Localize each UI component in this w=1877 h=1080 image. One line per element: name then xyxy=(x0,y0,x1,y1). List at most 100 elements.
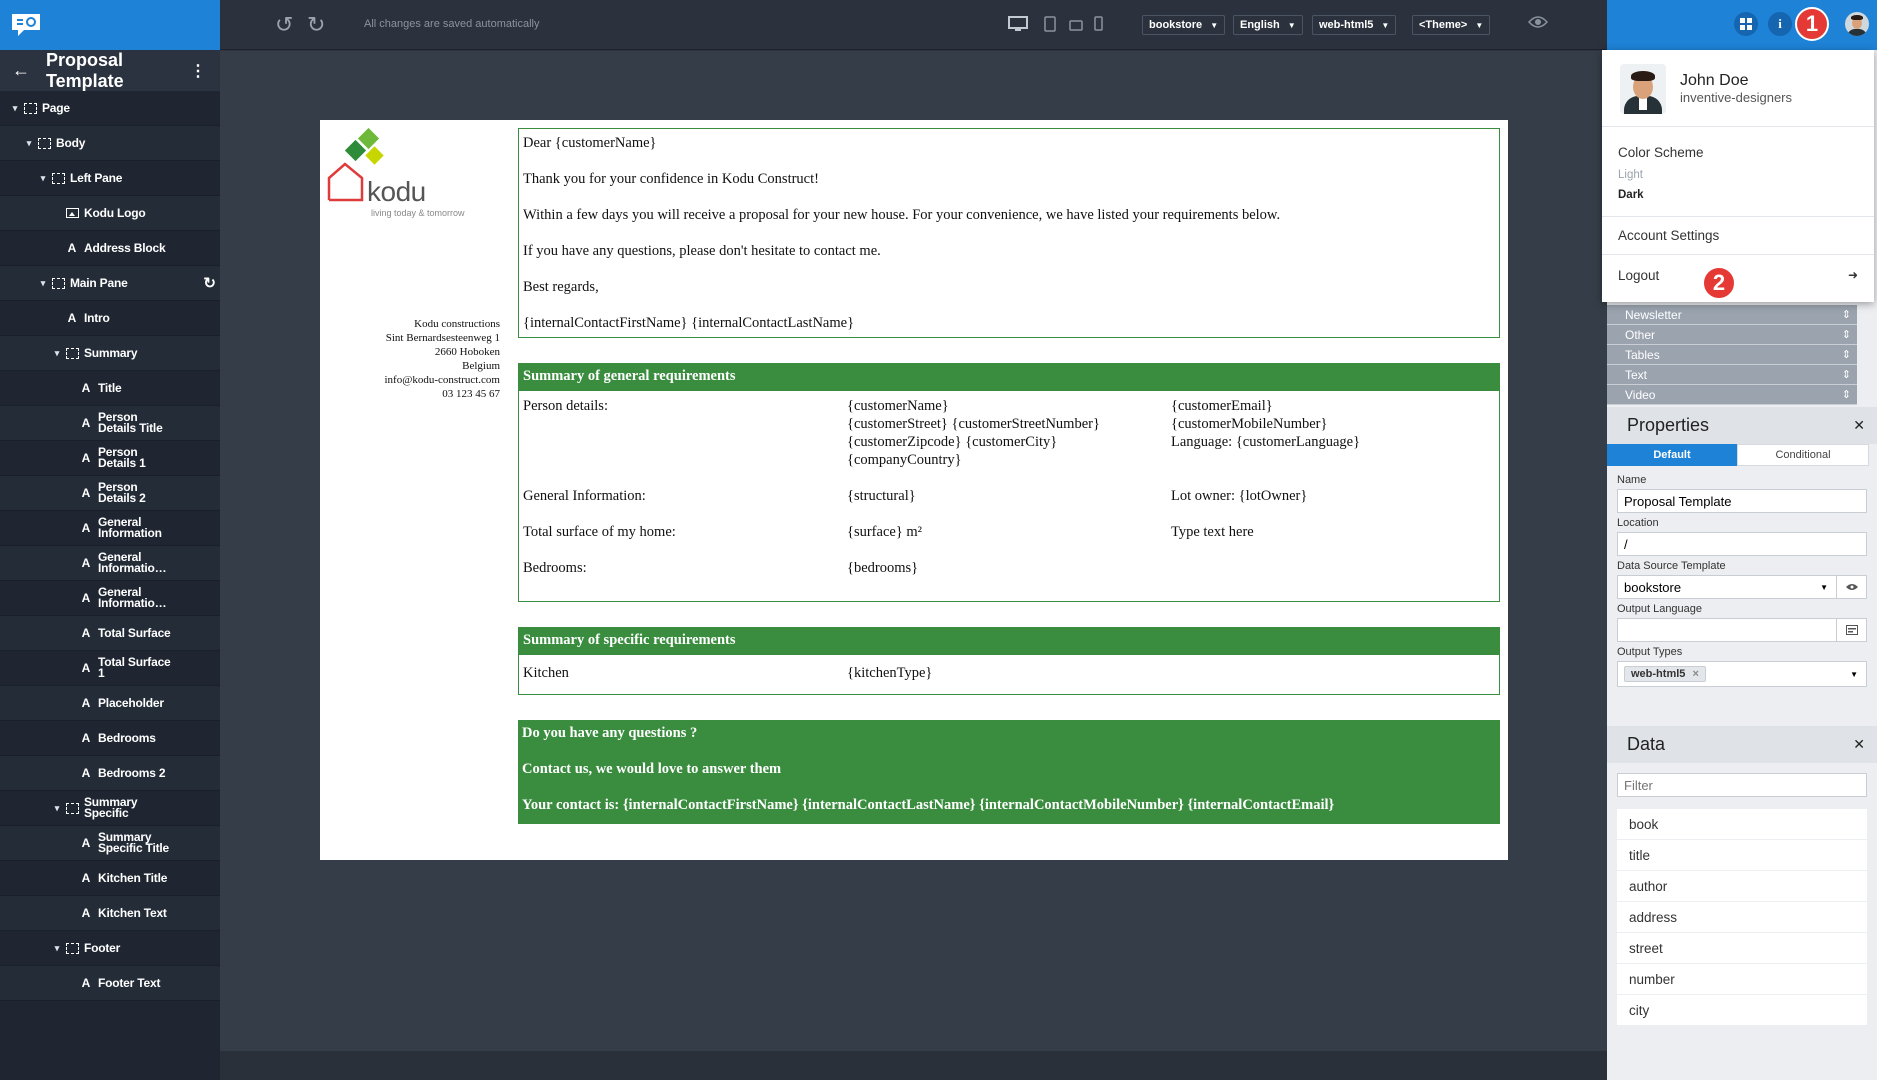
undo-icon[interactable]: ↺ xyxy=(275,12,293,38)
language-picker-icon[interactable] xyxy=(1836,619,1866,641)
output-type-chip[interactable]: web-html5 × xyxy=(1624,666,1706,682)
summary-cell: Total surface of my home: xyxy=(523,524,676,540)
data-field-item[interactable]: number xyxy=(1617,964,1867,995)
data-field-item[interactable]: address xyxy=(1617,902,1867,933)
data-header[interactable]: Data ✕ xyxy=(1607,726,1877,763)
summary-block[interactable]: Summary of general requirements Person d… xyxy=(518,363,1500,602)
scheme-dark-option[interactable]: Dark xyxy=(1602,181,1874,201)
kodu-logo[interactable]: kodu living today & tomorrow xyxy=(327,127,487,223)
name-field[interactable]: Proposal Template xyxy=(1617,489,1867,513)
caret-down-icon[interactable]: ▾ xyxy=(50,943,64,954)
tree-node[interactable]: A General Informatio… xyxy=(0,581,220,616)
data-field-item[interactable]: title xyxy=(1617,840,1867,871)
caret-down-icon[interactable]: ▾ xyxy=(36,278,50,289)
text-icon: A xyxy=(81,556,91,570)
tab-conditional[interactable]: Conditional xyxy=(1737,444,1869,466)
tablet-landscape-preview-icon[interactable] xyxy=(1069,19,1083,34)
summary-specific-block[interactable]: Summary of specific requirements Kitchen… xyxy=(518,627,1500,695)
caret-down-icon[interactable]: ▾ xyxy=(50,803,64,814)
data-source-dropdown[interactable]: bookstore ▼ xyxy=(1142,15,1226,35)
caret-down-icon[interactable]: ▾ xyxy=(22,138,36,149)
left-pane[interactable]: kodu living today & tomorrow Kodu constr… xyxy=(320,120,510,860)
collapse-icon[interactable]: ✕ xyxy=(1853,736,1865,753)
component-category[interactable]: Newsletter ⇕ xyxy=(1607,305,1857,325)
tab-default[interactable]: Default xyxy=(1607,444,1737,466)
tree-node[interactable]: A Placeholder xyxy=(0,686,220,721)
address-block[interactable]: Kodu constructions Sint Bernardsesteenweg… xyxy=(384,317,500,401)
more-vertical-icon[interactable]: ⋮ xyxy=(190,61,206,81)
tree-node[interactable]: A Person Details 2 xyxy=(0,476,220,511)
component-category[interactable]: Other ⇕ xyxy=(1607,325,1857,345)
component-category[interactable]: Tables ⇕ xyxy=(1607,345,1857,365)
tree-node[interactable]: A Intro xyxy=(0,301,220,336)
tree-node[interactable]: A Footer Text xyxy=(0,966,220,1001)
tree-node[interactable]: A Total Surface 1 xyxy=(0,651,220,686)
logout-label: Logout xyxy=(1618,268,1660,283)
refresh-icon[interactable]: ↻ xyxy=(203,274,216,292)
caret-down-icon[interactable]: ▾ xyxy=(50,348,64,359)
data-fields-list: book title author address street number city xyxy=(1607,809,1877,1026)
output-language-field[interactable] xyxy=(1617,618,1867,642)
redo-icon[interactable]: ↻ xyxy=(307,12,325,38)
output-type-dropdown[interactable]: web-html5 ▼ xyxy=(1312,15,1397,35)
tree-node[interactable]: ▾ Main Pane ↻ xyxy=(0,266,220,301)
tree-node[interactable]: A General Informatio… xyxy=(0,546,220,581)
caret-down-icon[interactable]: ▾ xyxy=(8,103,22,114)
user-avatar-button[interactable] xyxy=(1845,12,1869,36)
info-icon[interactable]: i xyxy=(1768,12,1792,36)
tree-node[interactable]: Kodu Logo xyxy=(0,196,220,231)
tree-node[interactable]: A Person Details Title xyxy=(0,406,220,441)
tree-node-label: Footer Text xyxy=(98,975,161,990)
language-dropdown[interactable]: English ▼ xyxy=(1233,15,1303,35)
tree-node[interactable]: A General Information xyxy=(0,511,220,546)
back-arrow-icon[interactable]: ← xyxy=(12,60,30,81)
app-logo[interactable] xyxy=(0,0,220,50)
tree-node[interactable]: A Kitchen Title xyxy=(0,861,220,896)
caret-down-icon[interactable]: ▼ xyxy=(1850,670,1858,679)
tablet-preview-icon[interactable] xyxy=(1044,16,1056,35)
collapse-icon[interactable]: ✕ xyxy=(1853,417,1865,434)
view-eye-icon[interactable] xyxy=(1836,576,1866,598)
address-line: Belgium xyxy=(462,360,500,372)
intro-block[interactable]: Dear {customerName} Thank you for your co… xyxy=(518,128,1500,338)
location-field[interactable]: / xyxy=(1617,532,1867,556)
desktop-preview-icon[interactable] xyxy=(1008,16,1028,35)
data-source-template-select[interactable]: bookstore ▼ xyxy=(1617,575,1867,599)
remove-chip-icon[interactable]: × xyxy=(1692,668,1698,680)
data-field-item[interactable]: author xyxy=(1617,871,1867,902)
data-field-item[interactable]: street xyxy=(1617,933,1867,964)
tree-node[interactable]: ▾ Page xyxy=(0,91,220,126)
preview-eye-icon[interactable] xyxy=(1527,15,1549,34)
output-types-select[interactable]: web-html5 × ▼ xyxy=(1617,661,1867,687)
tree-node[interactable]: A Bedrooms xyxy=(0,721,220,756)
tree-node[interactable]: A Person Details 1 xyxy=(0,441,220,476)
theme-dropdown[interactable]: <Theme> ▼ xyxy=(1412,15,1491,35)
tree-node[interactable]: ▾ Body xyxy=(0,126,220,161)
tree-node[interactable]: A Bedrooms 2 xyxy=(0,756,220,791)
tree-node[interactable]: ▾ Footer xyxy=(0,931,220,966)
apps-grid-icon[interactable] xyxy=(1734,12,1758,36)
data-field-item[interactable]: city xyxy=(1617,995,1867,1026)
tree-node[interactable]: A Summary Specific Title xyxy=(0,826,220,861)
component-category[interactable]: Video ⇕ xyxy=(1607,385,1857,405)
component-category-label: Video xyxy=(1625,387,1656,402)
footer-block[interactable]: Do you have any questions ? Contact us, w… xyxy=(518,720,1500,824)
tree-node[interactable]: A Kitchen Text xyxy=(0,896,220,931)
account-settings-item[interactable]: Account Settings xyxy=(1602,217,1874,254)
tree-node[interactable]: A Total Surface xyxy=(0,616,220,651)
phone-preview-icon[interactable] xyxy=(1094,16,1103,34)
scheme-light-option[interactable]: Light xyxy=(1602,160,1874,181)
tree-node[interactable]: A Address Block xyxy=(0,231,220,266)
data-filter-input[interactable] xyxy=(1617,773,1867,797)
properties-header[interactable]: Properties ✕ xyxy=(1607,407,1877,444)
summary-cell xyxy=(1171,559,1495,595)
component-category[interactable]: Text ⇕ xyxy=(1607,365,1857,385)
logout-item[interactable]: Logout ➜ xyxy=(1602,255,1874,283)
caret-down-icon[interactable]: ▾ xyxy=(36,173,50,184)
tree-node[interactable]: ▾ Summary xyxy=(0,336,220,371)
tree-node[interactable]: ▾ Summary Specific xyxy=(0,791,220,826)
tree-node[interactable]: ▾ Left Pane xyxy=(0,161,220,196)
data-field-item[interactable]: book xyxy=(1617,809,1867,840)
save-status: All changes are saved automatically xyxy=(364,18,540,30)
tree-node[interactable]: A Title xyxy=(0,371,220,406)
